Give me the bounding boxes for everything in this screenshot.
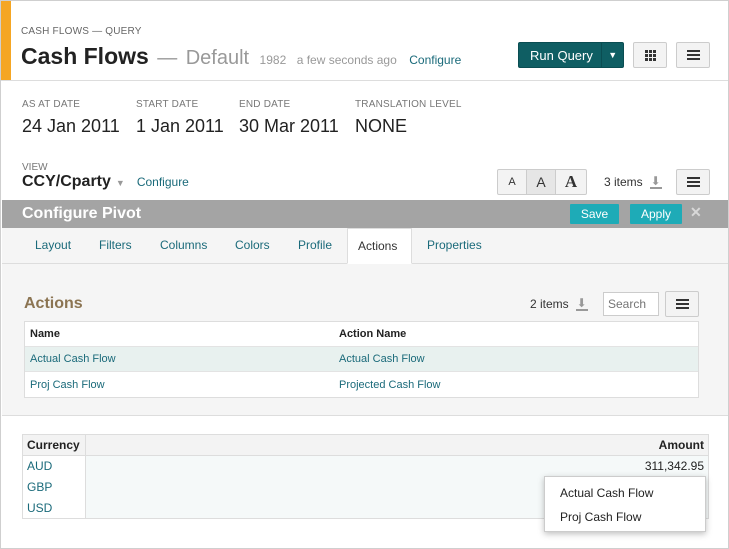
- field-label: TRANSLATION LEVEL: [355, 99, 462, 110]
- tab-actions[interactable]: Actions: [347, 228, 412, 264]
- font-medium-button[interactable]: A: [527, 170, 556, 194]
- column-header-name[interactable]: Name: [25, 328, 334, 340]
- grid-view-button[interactable]: [633, 42, 667, 68]
- page-header: CASH FLOWS — QUERY Cash Flows — Default …: [1, 1, 728, 81]
- field-label: END DATE: [239, 99, 291, 110]
- font-size-group: A A A: [497, 169, 587, 195]
- view-row: CCY/Cparty ▼ Configure: [22, 173, 189, 191]
- tab-profile[interactable]: Profile: [298, 238, 332, 252]
- view-label: VIEW: [22, 162, 48, 173]
- hamburger-icon: [675, 299, 689, 309]
- currency-cell[interactable]: USD: [23, 498, 85, 519]
- currency-column: AUD GBP USD: [23, 456, 86, 518]
- run-query-label: Run Query: [530, 47, 593, 63]
- table-header: Name Action Name: [25, 322, 698, 347]
- search-input[interactable]: [603, 292, 659, 316]
- close-icon[interactable]: ✕: [690, 204, 702, 221]
- breadcrumb: CASH FLOWS — QUERY: [21, 26, 142, 37]
- start-date-field: START DATE 1 Jan 2011: [136, 99, 224, 137]
- end-date-field: END DATE 30 Mar 2011: [239, 99, 339, 137]
- save-button[interactable]: Save: [570, 204, 619, 224]
- header-menu-button[interactable]: [676, 42, 710, 68]
- currency-cell[interactable]: GBP: [23, 477, 85, 498]
- download-icon[interactable]: ⬇: [575, 297, 588, 311]
- page-subtitle: Default: [185, 47, 250, 69]
- record-count: 1982: [259, 53, 287, 67]
- configure-view-link[interactable]: Configure: [137, 175, 189, 189]
- run-query-button[interactable]: Run Query ▼: [518, 42, 624, 68]
- result-header: Currency Amount: [23, 435, 708, 456]
- table-row[interactable]: Actual Cash Flow Actual Cash Flow: [25, 347, 698, 372]
- tab-properties[interactable]: Properties: [427, 238, 482, 252]
- accent-bar: [1, 1, 11, 80]
- download-icon[interactable]: ⬇: [649, 175, 662, 189]
- currency-cell[interactable]: AUD: [23, 456, 85, 477]
- field-label: START DATE: [136, 99, 199, 110]
- items-count-label: 2 items: [530, 297, 569, 311]
- pivot-title: Configure Pivot: [22, 205, 142, 222]
- font-large-button[interactable]: A: [556, 170, 586, 194]
- field-value: 30 Mar 2011: [239, 116, 339, 136]
- items-count-label: 3 items: [604, 175, 643, 189]
- actions-title: Actions: [24, 295, 83, 312]
- actions-table: Name Action Name Actual Cash Flow Actual…: [24, 321, 699, 398]
- column-header-amount[interactable]: Amount: [86, 435, 708, 455]
- last-updated: a few seconds ago: [296, 53, 397, 67]
- hamburger-icon: [686, 50, 700, 60]
- page-title: Cash Flows: [21, 43, 149, 69]
- field-value: NONE: [355, 116, 408, 136]
- amount-cell[interactable]: 311,342.95: [645, 459, 704, 473]
- field-value: 24 Jan 2011: [22, 116, 120, 136]
- menu-item-actual-cash-flow[interactable]: Actual Cash Flow: [545, 477, 705, 501]
- column-header-currency[interactable]: Currency: [23, 435, 86, 455]
- cell-action-name: Actual Cash Flow: [339, 353, 425, 365]
- field-label: AS AT DATE: [22, 99, 81, 110]
- pivot-tabs: Layout Filters Columns Colors Profile Ac…: [2, 228, 728, 264]
- column-header-action-name[interactable]: Action Name: [334, 328, 698, 340]
- configure-pivot-bar: Configure Pivot Save Apply ✕: [2, 200, 728, 228]
- menu-item-proj-cash-flow[interactable]: Proj Cash Flow: [545, 501, 705, 525]
- app-frame: CASH FLOWS — QUERY Cash Flows — Default …: [0, 0, 729, 549]
- view-menu-button[interactable]: [676, 169, 710, 195]
- configure-query-link[interactable]: Configure: [409, 53, 461, 67]
- apply-button[interactable]: Apply: [630, 204, 682, 224]
- tab-colors[interactable]: Colors: [235, 238, 270, 252]
- cell-name: Actual Cash Flow: [30, 353, 116, 365]
- tab-filters[interactable]: Filters: [99, 238, 132, 252]
- actions-items-count: 2 items ⬇: [530, 297, 588, 311]
- field-value: 1 Jan 2011: [136, 116, 224, 136]
- translation-level-field: TRANSLATION LEVEL NONE: [355, 99, 462, 137]
- cell-name: Proj Cash Flow: [30, 378, 105, 391]
- view-items-count: 3 items ⬇: [604, 175, 662, 189]
- actions-menu-button[interactable]: [665, 291, 699, 317]
- title-separator: —: [157, 47, 178, 69]
- as-at-date-field: AS AT DATE 24 Jan 2011: [22, 99, 120, 137]
- font-small-button[interactable]: A: [498, 170, 527, 194]
- cell-action-name: Projected Cash Flow: [339, 378, 441, 391]
- grid-icon: [644, 49, 656, 61]
- hamburger-icon: [686, 177, 700, 187]
- tab-columns[interactable]: Columns: [160, 238, 207, 252]
- table-row[interactable]: Proj Cash Flow Projected Cash Flow: [25, 372, 698, 397]
- actions-panel: Actions 2 items ⬇ Name Action Name Actua…: [2, 264, 728, 416]
- run-query-dropdown-icon[interactable]: ▼: [601, 43, 623, 67]
- context-menu: Actual Cash Flow Proj Cash Flow: [544, 476, 706, 532]
- title-row: Cash Flows — Default 1982 a few seconds …: [21, 43, 461, 70]
- view-selector[interactable]: CCY/Cparty: [22, 173, 111, 191]
- tab-layout[interactable]: Layout: [35, 238, 71, 252]
- chevron-down-icon[interactable]: ▼: [116, 178, 125, 188]
